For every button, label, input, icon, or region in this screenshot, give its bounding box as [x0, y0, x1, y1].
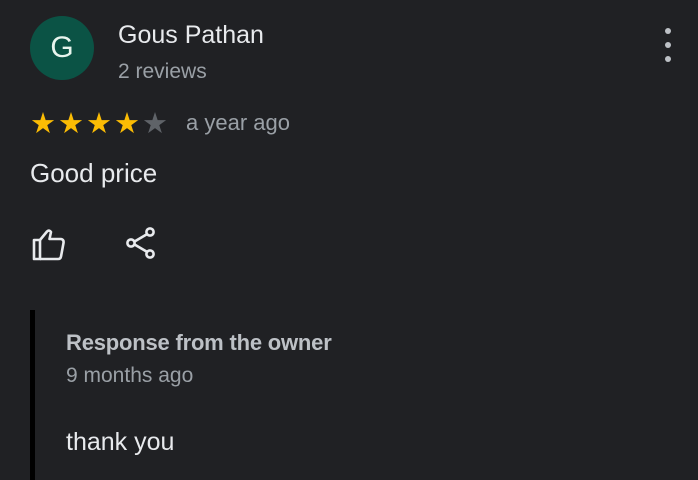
- author-review-count: 2 reviews: [118, 60, 207, 83]
- owner-response-time: 9 months ago: [66, 364, 194, 387]
- thumbs-up-icon: [32, 229, 65, 261]
- star-icon: ★: [114, 105, 140, 140]
- star-icon: ★: [142, 105, 168, 140]
- share-button[interactable]: [122, 224, 160, 262]
- owner-response: Response from the owner 9 months ago tha…: [30, 310, 695, 480]
- star-icon: ★: [58, 105, 84, 140]
- star-rating: ★ ★ ★ ★ ★: [29, 105, 169, 140]
- star-icon: ★: [86, 105, 112, 140]
- avatar[interactable]: G: [30, 16, 94, 80]
- more-vert-icon: [665, 28, 671, 34]
- owner-response-title: Response from the owner: [66, 330, 332, 355]
- review-text: Good price: [30, 158, 158, 188]
- star-icon: ★: [30, 105, 56, 140]
- author-name[interactable]: Gous Pathan: [118, 21, 264, 50]
- like-button[interactable]: [30, 226, 68, 264]
- owner-response-text: thank you: [66, 428, 175, 456]
- review-time: a year ago: [186, 110, 290, 135]
- rating-row: ★ ★ ★ ★ ★ a year ago: [29, 106, 290, 140]
- share-icon: [126, 227, 155, 259]
- more-options-button[interactable]: [656, 28, 680, 62]
- avatar-initial: G: [50, 31, 74, 64]
